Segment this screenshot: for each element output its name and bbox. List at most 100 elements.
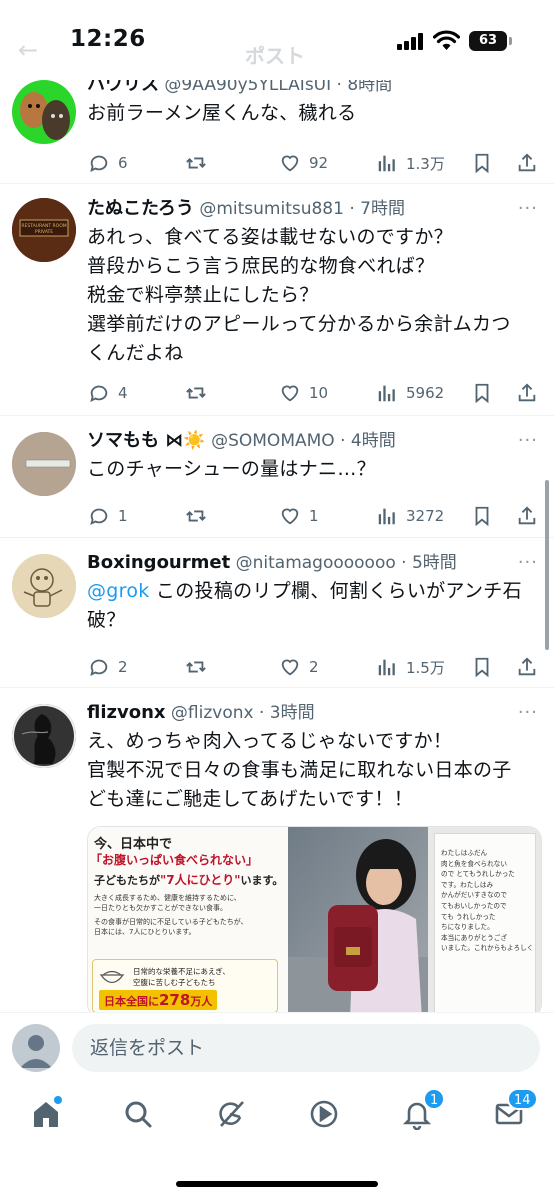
timestamp: · 4時間	[340, 431, 396, 451]
more-options-icon[interactable]: ···	[518, 702, 538, 723]
views-icon	[378, 659, 395, 676]
repost-icon	[186, 661, 206, 673]
bookmark-button[interactable]	[471, 652, 493, 682]
repost-icon	[186, 510, 206, 522]
tweet-header: ソマもも ⋈☀️ @SOMOMAMO · 4時間	[87, 430, 507, 452]
avatar[interactable]	[12, 554, 76, 618]
reply-button[interactable]: 6	[88, 148, 128, 178]
replies-feed: ハワリス @9AA90y5YLLAIsUI · 8時間 お前ラーメン屋くんな、穢…	[0, 68, 554, 1028]
messages-tab[interactable]: 14	[493, 1088, 538, 1134]
reply-button[interactable]: 1	[88, 501, 128, 531]
bookmark-button[interactable]	[471, 148, 493, 178]
campaign-text-panel: 今、日本中で 「お腹いっぱい食べられない」 子どもたちが"7人にひとり"います。…	[88, 827, 288, 1017]
repost-button[interactable]	[185, 148, 207, 178]
tweet[interactable]: ··· flizvonx @flizvonx · 3時間 え、めっちゃ肉入ってる…	[0, 688, 554, 1028]
reply-input[interactable]: 返信をポスト	[72, 1024, 540, 1072]
handle[interactable]: @nitamagooooooo	[236, 553, 396, 573]
bookmark-button[interactable]	[471, 378, 493, 408]
grok-tab[interactable]	[215, 1098, 251, 1134]
more-options-icon[interactable]: ···	[518, 198, 538, 219]
mention-link[interactable]: @grok	[87, 580, 150, 602]
like-button[interactable]: 1	[279, 501, 319, 531]
repost-button[interactable]	[185, 652, 207, 682]
tweet[interactable]: ··· Boxingourmet @nitamagooooooo · 5時間 @…	[0, 538, 554, 688]
share-icon	[518, 383, 536, 402]
bookmark-icon	[475, 657, 489, 678]
display-name[interactable]: たぬこたろう	[87, 198, 194, 219]
share-icon	[518, 657, 536, 676]
home-tab[interactable]	[30, 1096, 66, 1134]
reply-icon	[90, 385, 108, 403]
home-indicator[interactable]	[176, 1181, 378, 1187]
search-icon	[125, 1101, 152, 1128]
tweet-text: このチャーシューの量はナニ…？	[87, 458, 376, 480]
tweet[interactable]: ハワリス @9AA90y5YLLAIsUI · 8時間 お前ラーメン屋くんな、穢…	[0, 68, 554, 184]
status-time: 12:26	[70, 26, 146, 52]
share-button[interactable]	[516, 148, 538, 178]
reply-button[interactable]: 4	[88, 378, 128, 408]
heart-icon	[281, 508, 299, 525]
wifi-icon	[433, 30, 460, 50]
tweet-text: え、めっちゃ肉入ってるじゃないですか！ 官製不況で日々の食事も満足に取れない日本…	[87, 730, 512, 810]
bookmark-icon	[475, 153, 489, 174]
avatar[interactable]: RESTAURANT ROOM PRIVATE	[12, 198, 76, 262]
bookmark-icon	[475, 506, 489, 527]
tweet[interactable]: RESTAURANT ROOM PRIVATE ··· たぬこたろう @mits…	[0, 184, 554, 416]
more-options-icon[interactable]: ···	[518, 552, 538, 573]
attached-image[interactable]: 今、日本中で 「お腹いっぱい食べられない」 子どもたちが"7人にひとり"います。…	[87, 826, 542, 1018]
avatar[interactable]	[12, 704, 76, 768]
grok-icon	[219, 1101, 244, 1127]
action-bar: 2 2 1.5万	[0, 652, 554, 692]
tweet-text: @grok この投稿のリプ欄、何割くらいがアンチ石 破？	[87, 580, 522, 631]
share-button[interactable]	[516, 378, 538, 408]
statistic-box: 日常的な栄養不足にあえぎ、 空腹に苦しむ子どもたち 日本全国に278万人	[92, 959, 278, 1013]
tweet-text: お前ラーメン屋くんな、穢れる	[87, 102, 357, 124]
repost-icon	[186, 387, 206, 399]
share-icon	[518, 506, 536, 525]
display-name[interactable]: ソマもも ⋈☀️	[87, 430, 206, 451]
like-button[interactable]: 10	[279, 378, 328, 408]
repost-icon	[186, 157, 206, 169]
tweet[interactable]: ··· ソマもも ⋈☀️ @SOMOMAMO · 4時間 このチャーシューの量は…	[0, 416, 554, 538]
views-button[interactable]: 1.5万	[376, 652, 445, 682]
cellular-signal-icon	[397, 33, 425, 50]
display-name[interactable]: flizvonx	[87, 702, 166, 723]
user-avatar[interactable]	[12, 1024, 60, 1072]
video-tab[interactable]	[308, 1098, 344, 1134]
share-button[interactable]	[516, 652, 538, 682]
heart-icon	[281, 659, 299, 676]
like-button[interactable]: 92	[279, 148, 328, 178]
heart-icon	[281, 385, 299, 402]
display-name[interactable]: Boxingourmet	[87, 552, 230, 573]
handle[interactable]: @mitsumitsu881	[199, 199, 344, 219]
views-button[interactable]: 1.3万	[376, 148, 445, 178]
search-tab[interactable]	[122, 1098, 158, 1134]
like-button[interactable]: 2	[279, 652, 319, 682]
views-button[interactable]: 3272	[376, 501, 444, 531]
reply-button[interactable]: 2	[88, 652, 128, 682]
views-icon	[378, 508, 395, 525]
unread-dot	[54, 1096, 62, 1104]
more-options-icon[interactable]: ···	[518, 430, 538, 451]
back-arrow-icon[interactable]: ←	[18, 36, 38, 64]
rice-bowl-icon	[99, 970, 125, 984]
notifications-tab[interactable]: 1	[401, 1088, 446, 1134]
handle[interactable]: @SOMOMAMO	[211, 431, 335, 451]
handle[interactable]: @flizvonx	[171, 703, 254, 723]
header-title: ポスト	[245, 44, 305, 68]
timestamp: · 7時間	[349, 199, 405, 219]
views-button[interactable]: 5962	[376, 378, 444, 408]
action-bar: 4 10 5962	[0, 378, 554, 418]
share-button[interactable]	[516, 501, 538, 531]
timestamp: · 5時間	[401, 553, 457, 573]
notifications-badge: 1	[423, 1088, 446, 1110]
avatar[interactable]	[12, 432, 76, 496]
avatar[interactable]	[12, 80, 76, 144]
bookmark-button[interactable]	[471, 501, 493, 531]
reply-composer: 返信をポスト	[0, 1012, 554, 1084]
repost-button[interactable]	[185, 378, 207, 408]
scrollbar[interactable]	[545, 480, 549, 650]
video-icon	[310, 1100, 338, 1128]
repost-button[interactable]	[185, 501, 207, 531]
svg-text:PRIVATE: PRIVATE	[35, 229, 53, 235]
